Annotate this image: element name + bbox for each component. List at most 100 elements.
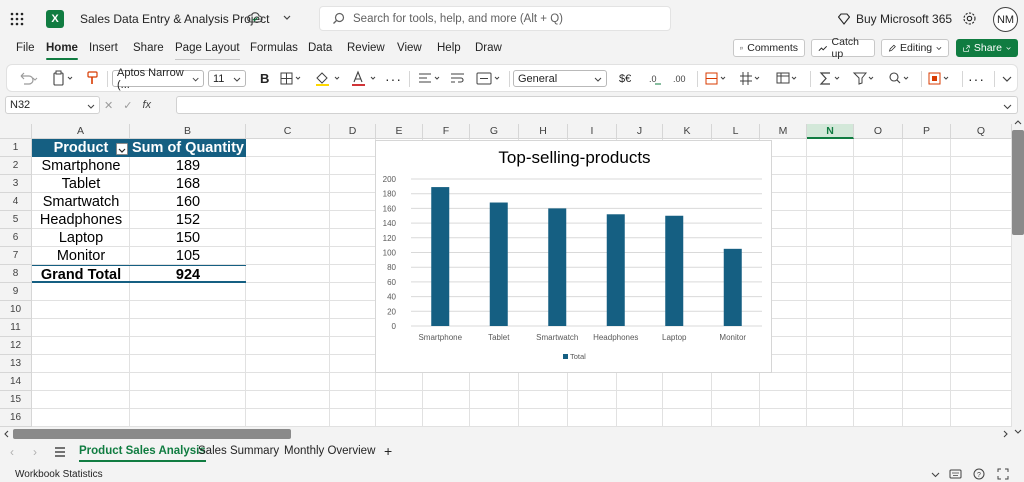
scroll-left-icon[interactable] <box>2 430 10 438</box>
sort-filter-icon[interactable] <box>852 70 880 87</box>
autosum-icon[interactable] <box>818 70 846 87</box>
chevron-down-icon[interactable] <box>931 470 940 479</box>
sheet-list-icon[interactable] <box>54 447 66 457</box>
find-icon[interactable] <box>887 70 915 87</box>
wrap-text-icon[interactable] <box>449 70 467 87</box>
cloud-sync-icon[interactable] <box>247 11 263 25</box>
currency-format-button[interactable]: $€ <box>619 70 631 87</box>
row-header[interactable]: 9 <box>0 283 32 301</box>
align-icon[interactable] <box>417 70 445 87</box>
chevron-down-icon[interactable] <box>1003 102 1012 111</box>
number-format-select[interactable]: General <box>513 70 607 87</box>
share-button[interactable]: Share <box>956 39 1018 57</box>
pivot-product-cell[interactable]: Smartphone <box>32 157 130 175</box>
gear-icon[interactable] <box>962 11 977 26</box>
editing-mode-button[interactable]: Editing <box>881 39 949 57</box>
column-header[interactable]: E <box>376 124 423 139</box>
more-options-icon[interactable]: ··· <box>968 70 985 87</box>
column-header[interactable]: N <box>807 124 854 139</box>
merge-cells-icon[interactable] <box>475 70 505 87</box>
pivot-quantity-cell[interactable]: 189 <box>130 157 246 175</box>
catch-up-button[interactable]: Catch up <box>811 36 875 60</box>
row-header[interactable]: 3 <box>0 175 32 193</box>
horizontal-scrollbar[interactable] <box>0 428 1012 440</box>
borders-icon[interactable] <box>279 70 305 87</box>
column-header[interactable]: Q <box>951 124 1012 139</box>
grand-total-label[interactable]: Grand Total <box>32 265 130 283</box>
column-header[interactable]: F <box>423 124 470 139</box>
tab-file[interactable]: File <box>16 42 35 54</box>
horizontal-scroll-thumb[interactable] <box>13 429 291 439</box>
vertical-scroll-thumb[interactable] <box>1012 130 1024 235</box>
decrease-decimal-icon[interactable]: .0 <box>647 70 663 87</box>
increase-decimal-icon[interactable]: .00 <box>672 70 690 87</box>
paste-icon[interactable] <box>51 70 79 87</box>
name-box[interactable]: N32 <box>5 96 100 114</box>
pivot-product-cell[interactable]: Smartwatch <box>32 193 130 211</box>
format-painter-icon[interactable] <box>85 70 101 87</box>
row-header[interactable]: 13 <box>0 355 32 373</box>
scroll-right-icon[interactable] <box>1002 430 1010 438</box>
prev-sheet-icon[interactable]: ‹ <box>10 445 14 459</box>
column-header[interactable]: P <box>903 124 951 139</box>
buy-microsoft-365-button[interactable]: Buy Microsoft 365 <box>838 12 952 26</box>
filter-dropdown-button[interactable] <box>116 143 128 155</box>
cells-icon[interactable] <box>738 70 766 87</box>
pivot-product-cell[interactable]: Monitor <box>32 247 130 265</box>
chevron-down-icon[interactable] <box>282 12 292 22</box>
conditional-format-icon[interactable] <box>704 70 732 87</box>
document-title[interactable]: Sales Data Entry & Analysis Project <box>80 12 269 26</box>
font-color-icon[interactable] <box>350 70 380 87</box>
tab-formulas[interactable]: Formulas <box>250 42 298 54</box>
column-header[interactable]: L <box>712 124 760 139</box>
tab-insert[interactable]: Insert <box>89 42 118 54</box>
fullscreen-icon[interactable] <box>997 468 1009 480</box>
help-icon[interactable]: ? <box>973 468 985 480</box>
format-as-table-icon[interactable] <box>775 70 803 87</box>
row-header[interactable]: 1 <box>0 139 32 157</box>
pivot-product-cell[interactable]: Tablet <box>32 175 130 193</box>
tab-help[interactable]: Help <box>437 42 461 54</box>
sheet-tab-product-sales-analysis[interactable]: Product Sales Analysis <box>79 445 206 462</box>
column-header[interactable]: C <box>246 124 330 139</box>
row-header[interactable]: 7 <box>0 247 32 265</box>
column-header[interactable]: J <box>617 124 663 139</box>
row-header[interactable]: 12 <box>0 337 32 355</box>
tab-data[interactable]: Data <box>308 42 332 54</box>
row-header[interactable]: 10 <box>0 301 32 319</box>
column-header[interactable]: H <box>519 124 568 139</box>
avatar[interactable]: NM <box>993 7 1018 32</box>
column-header[interactable]: B <box>130 124 246 139</box>
fill-color-icon[interactable] <box>314 70 344 87</box>
comments-button[interactable]: Comments <box>733 39 805 57</box>
row-header[interactable]: 8 <box>0 265 32 283</box>
tab-home[interactable]: Home <box>46 42 78 60</box>
workbook-statistics-button[interactable]: Workbook Statistics <box>15 469 103 480</box>
row-header[interactable]: 11 <box>0 319 32 337</box>
column-header[interactable]: K <box>663 124 712 139</box>
pivot-quantity-cell[interactable]: 168 <box>130 175 246 193</box>
column-header[interactable]: A <box>32 124 130 139</box>
row-header[interactable]: 2 <box>0 157 32 175</box>
insert-function-button[interactable]: fx <box>142 99 151 112</box>
row-header[interactable]: 14 <box>0 373 32 391</box>
next-sheet-icon[interactable]: › <box>33 445 37 459</box>
row-header[interactable]: 4 <box>0 193 32 211</box>
row-header[interactable]: 6 <box>0 229 32 247</box>
column-header[interactable]: D <box>330 124 376 139</box>
column-header[interactable]: G <box>470 124 519 139</box>
column-header[interactable]: O <box>854 124 903 139</box>
row-header[interactable]: 5 <box>0 211 32 229</box>
pivot-header-sum-quantity[interactable]: Sum of Quantity <box>130 139 246 157</box>
pivot-quantity-cell[interactable]: 160 <box>130 193 246 211</box>
select-all-corner[interactable] <box>0 124 32 139</box>
row-header[interactable]: 16 <box>0 409 32 427</box>
row-header[interactable]: 15 <box>0 391 32 409</box>
keyboard-icon[interactable] <box>949 469 962 479</box>
bold-button[interactable]: B <box>260 70 269 87</box>
pivot-quantity-cell[interactable]: 105 <box>130 247 246 265</box>
scroll-up-icon[interactable] <box>1014 118 1022 126</box>
font-family-select[interactable]: Aptos Narrow (... <box>112 67 204 91</box>
bar-chart[interactable]: Top-selling-products 0 20 40 60 80 100 120 140 1… <box>375 140 772 373</box>
tab-review[interactable]: Review <box>347 42 385 54</box>
